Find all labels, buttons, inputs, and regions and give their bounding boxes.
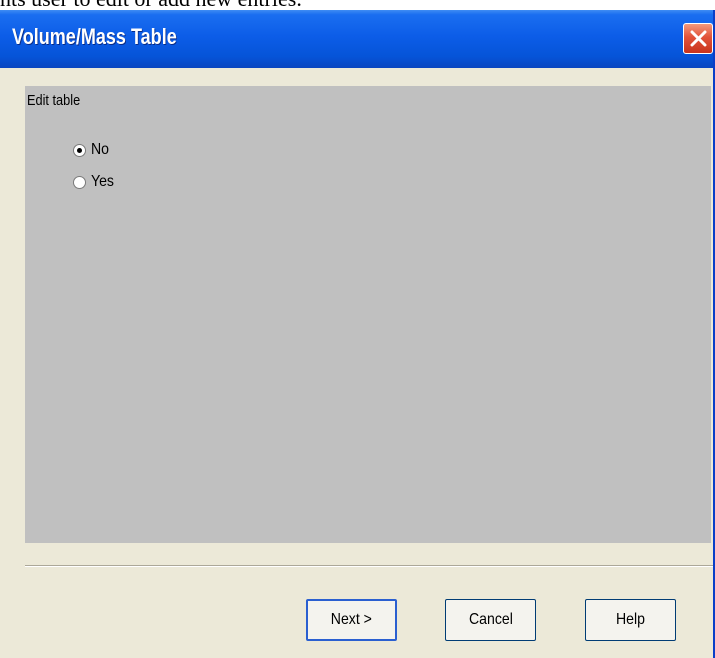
cancel-button-label: Cancel	[468, 611, 513, 628]
edit-table-panel: Edit table No Yes	[25, 86, 711, 543]
help-button[interactable]: Help	[585, 599, 676, 641]
radio-yes[interactable]	[73, 175, 86, 189]
close-icon	[690, 30, 707, 47]
radio-yes-label: Yes	[91, 173, 114, 190]
help-button-label: Help	[616, 611, 645, 628]
volume-mass-dialog: Volume/Mass Table Edit table No Yes Next…	[0, 10, 715, 658]
dialog-title: Volume/Mass Table	[12, 24, 177, 49]
cancel-button[interactable]: Cancel	[445, 599, 536, 641]
radio-option-no[interactable]: No	[73, 141, 111, 159]
next-button[interactable]: Next >	[306, 599, 397, 641]
edit-table-label: Edit table	[27, 92, 81, 109]
radio-no[interactable]	[73, 143, 86, 157]
close-button[interactable]	[683, 23, 713, 54]
radio-option-yes[interactable]: Yes	[73, 173, 117, 191]
separator	[25, 565, 713, 567]
radio-no-label: No	[91, 141, 109, 158]
title-bar[interactable]: Volume/Mass Table	[0, 10, 713, 68]
next-button-label: Next >	[330, 611, 373, 628]
